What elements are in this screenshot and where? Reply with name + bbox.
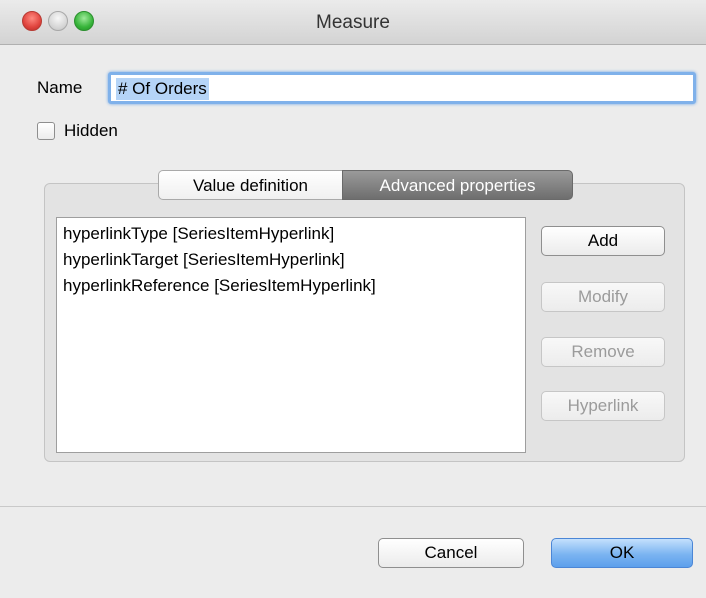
title-bar: Measure xyxy=(0,0,706,45)
list-item[interactable]: hyperlinkReference [SeriesItemHyperlink] xyxy=(63,276,376,296)
modify-button[interactable]: Modify xyxy=(541,282,665,312)
ok-button[interactable]: OK xyxy=(551,538,693,568)
measure-dialog: Measure Name # Of Orders Hidden Value de… xyxy=(0,0,706,598)
tab-value-definition[interactable]: Value definition xyxy=(158,170,342,200)
name-label: Name xyxy=(37,78,83,97)
remove-button[interactable]: Remove xyxy=(541,337,665,367)
list-item[interactable]: hyperlinkType [SeriesItemHyperlink] xyxy=(63,224,334,244)
list-item[interactable]: hyperlinkTarget [SeriesItemHyperlink] xyxy=(63,250,345,270)
hidden-label[interactable]: Hidden xyxy=(64,121,118,141)
name-input[interactable]: # Of Orders xyxy=(108,72,696,104)
properties-list[interactable]: hyperlinkType [SeriesItemHyperlink] hype… xyxy=(56,217,526,453)
name-input-value: # Of Orders xyxy=(116,78,209,100)
cancel-button[interactable]: Cancel xyxy=(378,538,524,568)
window-title: Measure xyxy=(316,12,390,33)
add-button[interactable]: Add xyxy=(541,226,665,256)
hidden-checkbox[interactable] xyxy=(37,122,55,140)
tab-advanced-properties[interactable]: Advanced properties xyxy=(342,170,573,200)
hyperlink-button[interactable]: Hyperlink xyxy=(541,391,665,421)
footer-separator xyxy=(0,506,706,507)
